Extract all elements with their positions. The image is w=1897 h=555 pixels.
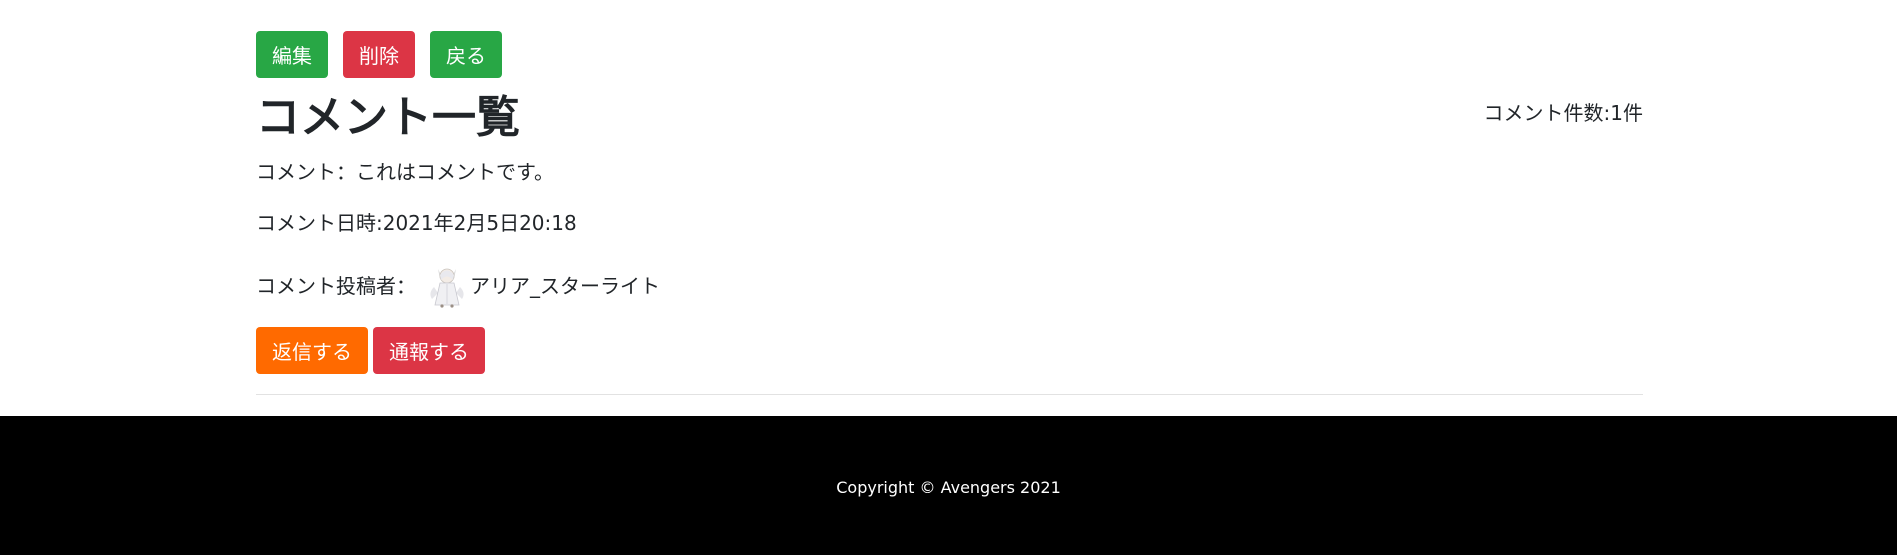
page-title: コメント一覧: [256, 92, 520, 143]
comment-datetime: コメント日時:2021年2月5日20:18: [256, 211, 577, 235]
avatar-image-icon: [426, 263, 468, 309]
author-avatar[interactable]: [426, 263, 468, 309]
comment-author-name[interactable]: アリア_スターライト: [470, 273, 660, 299]
back-button[interactable]: 戻る: [430, 31, 502, 78]
report-button[interactable]: 通報する: [373, 327, 485, 374]
comment-count: コメント件数:1件: [1483, 101, 1643, 125]
footer: Copyright © Avengers 2021: [0, 416, 1897, 555]
delete-button[interactable]: 削除: [343, 31, 415, 78]
reply-button[interactable]: 返信する: [256, 327, 368, 374]
main-container: 編集 削除 戻る コメント一覧 コメント件数:1件 コメント：これはコメントです…: [256, 0, 1643, 416]
page: 編集 削除 戻る コメント一覧 コメント件数:1件 コメント：これはコメントです…: [0, 0, 1897, 555]
comment-author-label: コメント投稿者：: [256, 274, 416, 298]
footer-copyright: Copyright © Avengers 2021: [836, 478, 1061, 497]
comment-author-row: コメント投稿者： アリア_スターライト: [256, 262, 660, 310]
title-row: コメント一覧 コメント件数:1件: [256, 90, 1643, 145]
comment-body: コメント：これはコメントです。: [256, 160, 554, 184]
comment-actions: 返信する 通報する: [256, 327, 485, 374]
edit-button[interactable]: 編集: [256, 31, 328, 78]
comment-divider: [256, 394, 1643, 395]
action-buttons: 編集 削除 戻る: [256, 31, 502, 78]
